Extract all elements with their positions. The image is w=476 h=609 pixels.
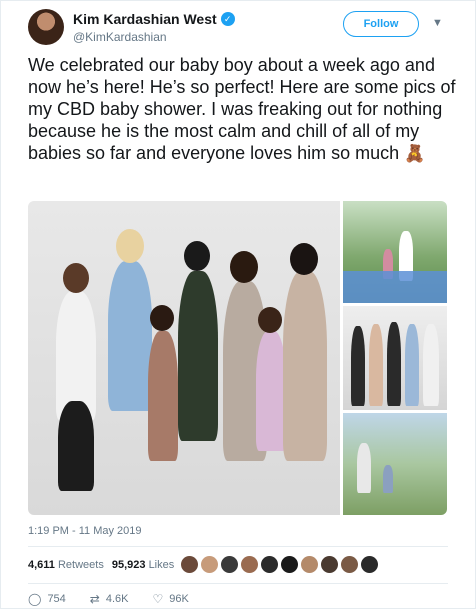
figure bbox=[148, 331, 178, 461]
figure bbox=[387, 322, 401, 406]
reply-button[interactable]: ◯ 754 bbox=[28, 592, 66, 606]
tweet-text: We celebrated our baby boy about a week … bbox=[28, 54, 458, 165]
liker-avatar[interactable] bbox=[341, 556, 358, 573]
photo-blue-decor bbox=[343, 271, 447, 303]
tweet-actions: ◯ 754 ⇄ 4.6K ♡ 96K bbox=[28, 592, 189, 606]
retweets-count: 4,611 bbox=[28, 559, 55, 571]
figure bbox=[423, 324, 439, 406]
teddy-bear-emoji: 🧸 bbox=[404, 144, 426, 163]
figure bbox=[63, 263, 89, 293]
liker-avatars bbox=[181, 556, 378, 573]
chevron-down-icon[interactable]: ▼ bbox=[432, 17, 443, 29]
tweet-header: Kim Kardashian West ✓ @KimKardashian Fol… bbox=[28, 9, 455, 49]
figure bbox=[405, 324, 419, 406]
author-name[interactable]: Kim Kardashian West bbox=[73, 11, 217, 27]
follow-button[interactable]: Follow bbox=[343, 11, 419, 37]
heart-icon: ♡ bbox=[152, 592, 164, 606]
author-name-row[interactable]: Kim Kardashian West ✓ bbox=[73, 11, 235, 27]
figure bbox=[283, 271, 327, 461]
figure bbox=[184, 241, 210, 271]
like-count: 96K bbox=[169, 593, 189, 605]
liker-avatar[interactable] bbox=[181, 556, 198, 573]
engagement-stats: 4,611 Retweets 95,923 Likes bbox=[28, 559, 174, 571]
author-handle[interactable]: @KimKardashian bbox=[73, 30, 167, 44]
photo-group[interactable] bbox=[343, 306, 447, 410]
divider bbox=[28, 583, 448, 584]
reply-icon: ◯ bbox=[28, 592, 42, 606]
divider bbox=[28, 546, 448, 547]
figure bbox=[357, 443, 371, 493]
retweets-label: Retweets bbox=[57, 559, 104, 571]
figure bbox=[256, 331, 286, 451]
figure bbox=[178, 271, 218, 441]
reply-count: 754 bbox=[47, 593, 66, 605]
figure bbox=[58, 401, 94, 491]
likes-stat[interactable]: 95,923 Likes bbox=[112, 559, 174, 571]
liker-avatar[interactable] bbox=[361, 556, 378, 573]
verified-badge-icon: ✓ bbox=[220, 12, 235, 26]
likes-count: 95,923 bbox=[111, 559, 146, 571]
photo-main[interactable] bbox=[28, 201, 340, 515]
figure bbox=[116, 229, 144, 263]
figure bbox=[108, 261, 152, 411]
retweets-stat[interactable]: 4,611 Retweets bbox=[28, 559, 104, 571]
likes-label: Likes bbox=[148, 559, 175, 571]
figure bbox=[369, 324, 383, 406]
liker-avatar[interactable] bbox=[321, 556, 338, 573]
liker-avatar[interactable] bbox=[281, 556, 298, 573]
like-button[interactable]: ♡ 96K bbox=[153, 592, 189, 606]
photo-garden[interactable] bbox=[343, 201, 447, 303]
figure bbox=[383, 465, 393, 493]
figure bbox=[351, 326, 365, 406]
retweet-icon: ⇄ bbox=[89, 592, 100, 606]
figure bbox=[150, 305, 174, 331]
retweet-button[interactable]: ⇄ 4.6K bbox=[90, 592, 129, 606]
timestamp[interactable]: 1:19 PM - 11 May 2019 bbox=[28, 525, 142, 537]
figure bbox=[230, 251, 258, 283]
tweet-card: Kim Kardashian West ✓ @KimKardashian Fol… bbox=[0, 0, 476, 609]
media-grid bbox=[28, 201, 447, 515]
photo-lawn[interactable] bbox=[343, 413, 447, 515]
retweet-count: 4.6K bbox=[105, 593, 129, 605]
avatar[interactable] bbox=[28, 9, 64, 45]
liker-avatar[interactable] bbox=[241, 556, 258, 573]
figure bbox=[290, 243, 318, 275]
figure bbox=[258, 307, 282, 333]
liker-avatar[interactable] bbox=[201, 556, 218, 573]
liker-avatar[interactable] bbox=[221, 556, 238, 573]
liker-avatar[interactable] bbox=[261, 556, 278, 573]
tweet-body: We celebrated our baby boy about a week … bbox=[28, 55, 456, 163]
liker-avatar[interactable] bbox=[301, 556, 318, 573]
